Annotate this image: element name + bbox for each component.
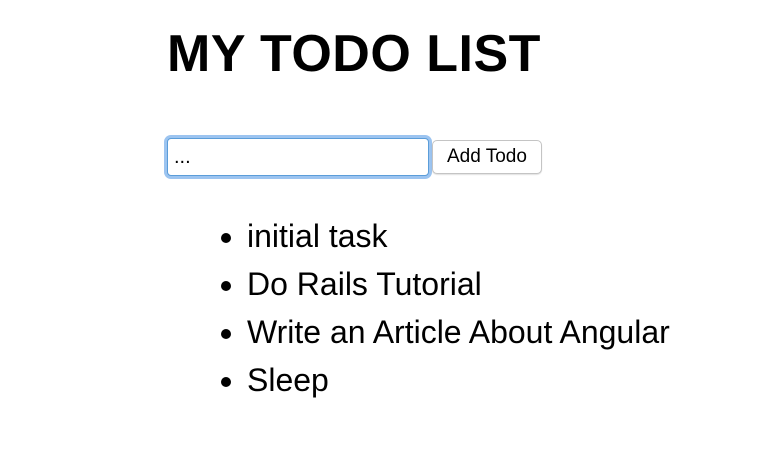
add-todo-button[interactable]: Add Todo [432,140,542,174]
add-todo-form: Add Todo [167,138,542,176]
todo-item: Write an Article About Angular [247,308,670,356]
todo-item: initial task [247,212,670,260]
todo-input[interactable] [167,138,429,176]
todo-item: Do Rails Tutorial [247,260,670,308]
todo-item: Sleep [247,356,670,404]
todo-list: initial task Do Rails Tutorial Write an … [205,212,670,404]
page-title: MY TODO LIST [167,25,541,83]
